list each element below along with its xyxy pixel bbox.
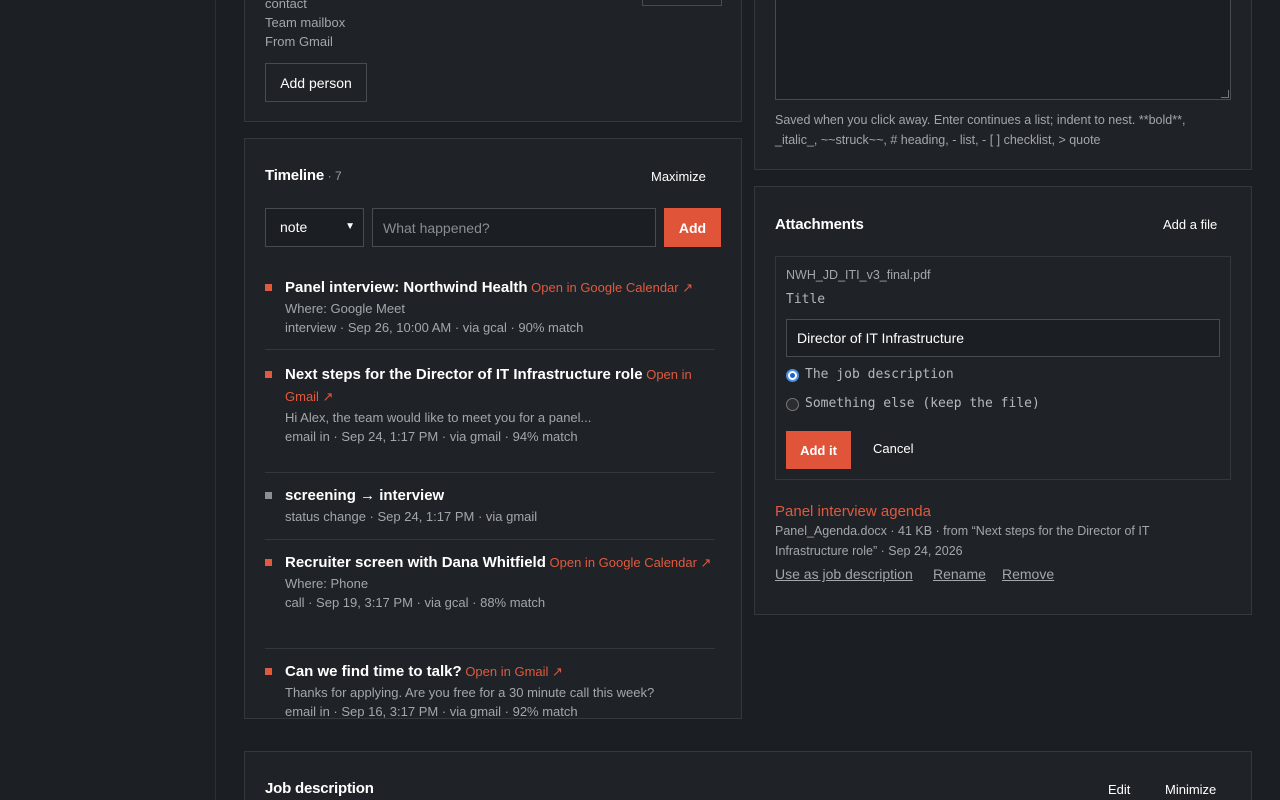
use-as-job-description-link[interactable]: Use as job description (775, 566, 913, 582)
event-title: Recruiter screen with Dana Whitfield (285, 554, 546, 571)
what-happened-input[interactable] (372, 208, 656, 247)
radio-job-description[interactable] (786, 369, 799, 382)
notes-help-text: Saved when you click away. Enter continu… (775, 113, 1186, 147)
title-input[interactable] (786, 319, 1220, 357)
attachments-title: Attachments (775, 216, 864, 233)
timeline-events: Panel interview: Northwind Health Open i… (265, 277, 715, 719)
event-marker-icon (265, 668, 272, 675)
event-marker-icon (265, 559, 272, 566)
open-in-calendar-link[interactable]: Open in Google Calendar ↗ (550, 555, 712, 570)
cancel-button[interactable]: Cancel (873, 441, 913, 456)
event-title: Panel interview: Northwind Health (285, 279, 528, 296)
rename-link[interactable]: Rename (933, 566, 986, 582)
timeline-event[interactable]: Panel interview: Northwind Health Open i… (265, 277, 715, 350)
person-line: Team mailbox (265, 15, 346, 30)
attachment-form: NWH_JD_ITI_v3_final.pdf Title The job de… (775, 256, 1231, 480)
event-marker-icon (265, 284, 272, 291)
event-marker-icon (265, 492, 272, 499)
notes-textarea[interactable] (775, 0, 1231, 100)
minimize-button[interactable]: Minimize (1165, 782, 1216, 797)
attachments-panel: Attachments Add a file NWH_JD_ITI_v3_fin… (754, 186, 1252, 615)
person-line: contact (265, 0, 307, 11)
event-detail: Where: Phone (285, 576, 369, 591)
option-job-description-label[interactable]: The job description (805, 367, 954, 382)
open-in-gmail-link[interactable]: Open in Gmail ↗ (465, 664, 563, 679)
event-detail: Where: Google Meet (285, 301, 405, 316)
event-title: Next steps for the Director of IT Infras… (285, 366, 643, 383)
remove-link[interactable]: Remove (1002, 566, 1054, 582)
event-snippet: Thanks for applying. Are you free for a … (285, 685, 655, 700)
person-line: From Gmail (265, 34, 333, 49)
event-meta: call · Sep 19, 3:17 PM · via gcal · 88% … (285, 595, 546, 610)
resize-handle-icon[interactable] (1221, 90, 1229, 98)
add-event-button[interactable]: Add (664, 208, 721, 247)
timeline-count: · 7 (327, 169, 342, 183)
job-description-title: Job description (265, 780, 374, 797)
event-title: Can we find time to talk? (285, 663, 462, 680)
timeline-event[interactable]: Recruiter screen with Dana Whitfield Ope… (265, 540, 715, 649)
event-meta: status change · Sep 24, 1:17 PM · via gm… (285, 509, 538, 524)
chevron-down-icon: ▼ (345, 221, 355, 232)
maximize-button[interactable]: Maximize (651, 169, 706, 184)
option-something-else-label[interactable]: Something else (keep the file) (805, 396, 1040, 411)
contact-action-button[interactable] (642, 0, 722, 6)
timeline-panel: Timeline · 7 Maximize note ▼ Add Panel i… (244, 138, 742, 719)
timeline-event[interactable]: Can we find time to talk? Open in Gmail … (265, 649, 715, 719)
event-title: screening → interview (285, 487, 445, 504)
title-label: Title (786, 292, 826, 307)
event-meta: email in · Sep 16, 3:17 PM · via gmail ·… (285, 704, 578, 719)
open-in-calendar-link[interactable]: Open in Google Calendar ↗ (531, 280, 693, 295)
left-rail (0, 0, 216, 800)
attachment-meta: Panel_Agenda.docx · 41 KB · from “Next s… (775, 524, 1150, 558)
timeline-event[interactable]: screening → interview status change · Se… (265, 473, 715, 540)
timeline-event[interactable]: Next steps for the Director of IT Infras… (265, 364, 715, 473)
event-snippet: Hi Alex, the team would like to meet you… (285, 410, 592, 425)
people-panel: contact Team mailbox From Gmail Add pers… (244, 0, 742, 122)
timeline-title: Timeline (265, 167, 324, 184)
add-it-button[interactable]: Add it (786, 431, 851, 469)
attachment-filename: NWH_JD_ITI_v3_final.pdf (786, 268, 931, 282)
timeline-heading: Timeline · 7 (265, 167, 342, 184)
add-person-button[interactable]: Add person (265, 63, 367, 102)
add-file-button[interactable]: Add a file (1163, 217, 1217, 232)
notes-panel: Saved when you click away. Enter continu… (754, 0, 1252, 170)
event-type-value: note (280, 219, 308, 235)
radio-something-else[interactable] (786, 398, 799, 411)
event-marker-icon (265, 371, 272, 378)
event-type-select[interactable]: note ▼ (265, 208, 364, 247)
event-meta: email in · Sep 24, 1:17 PM · via gmail ·… (285, 429, 578, 444)
edit-button[interactable]: Edit (1108, 782, 1130, 797)
attachment-name-link[interactable]: Panel interview agenda (775, 503, 931, 520)
event-meta: interview · Sep 26, 10:00 AM · via gcal … (285, 320, 584, 335)
job-description-panel: Job description Edit Minimize (244, 751, 1252, 800)
